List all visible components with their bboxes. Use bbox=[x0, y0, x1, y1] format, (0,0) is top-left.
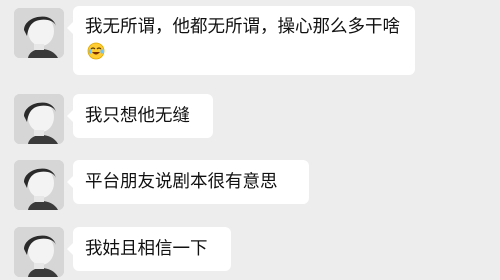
laughing-crying-emoji-icon bbox=[87, 42, 105, 60]
message-row: 我只想他无缝 bbox=[0, 92, 500, 144]
message-text: 我姑且相信一下 bbox=[85, 239, 208, 259]
avatar-portrait-icon bbox=[14, 94, 64, 144]
message-row: 我姑且相信一下 bbox=[0, 225, 500, 280]
message-bubble[interactable]: 平台朋友说剧本很有意思 bbox=[67, 160, 309, 204]
chat-thread: 我无所谓，他都无所谓，操心那么多干啥 我只想他无缝 平台朋友说剧本很有意思 我姑… bbox=[0, 0, 500, 280]
avatar[interactable] bbox=[14, 160, 64, 210]
message-row: 我无所谓，他都无所谓，操心那么多干啥 bbox=[0, 0, 500, 80]
avatar-portrait-icon bbox=[14, 8, 64, 58]
message-text: 平台朋友说剧本很有意思 bbox=[85, 172, 278, 192]
message-text: 我无所谓，他都无所谓，操心那么多干啥 bbox=[85, 17, 400, 37]
avatar-portrait-icon bbox=[14, 227, 64, 277]
message-bubble[interactable]: 我无所谓，他都无所谓，操心那么多干啥 bbox=[67, 6, 415, 75]
avatar[interactable] bbox=[14, 94, 64, 144]
avatar[interactable] bbox=[14, 227, 64, 277]
avatar-portrait-icon bbox=[14, 160, 64, 210]
message-row: 平台朋友说剧本很有意思 bbox=[0, 158, 500, 210]
message-bubble[interactable]: 我只想他无缝 bbox=[67, 94, 213, 138]
message-bubble[interactable]: 我姑且相信一下 bbox=[67, 227, 231, 271]
avatar[interactable] bbox=[14, 8, 64, 58]
message-text: 我只想他无缝 bbox=[85, 106, 190, 126]
